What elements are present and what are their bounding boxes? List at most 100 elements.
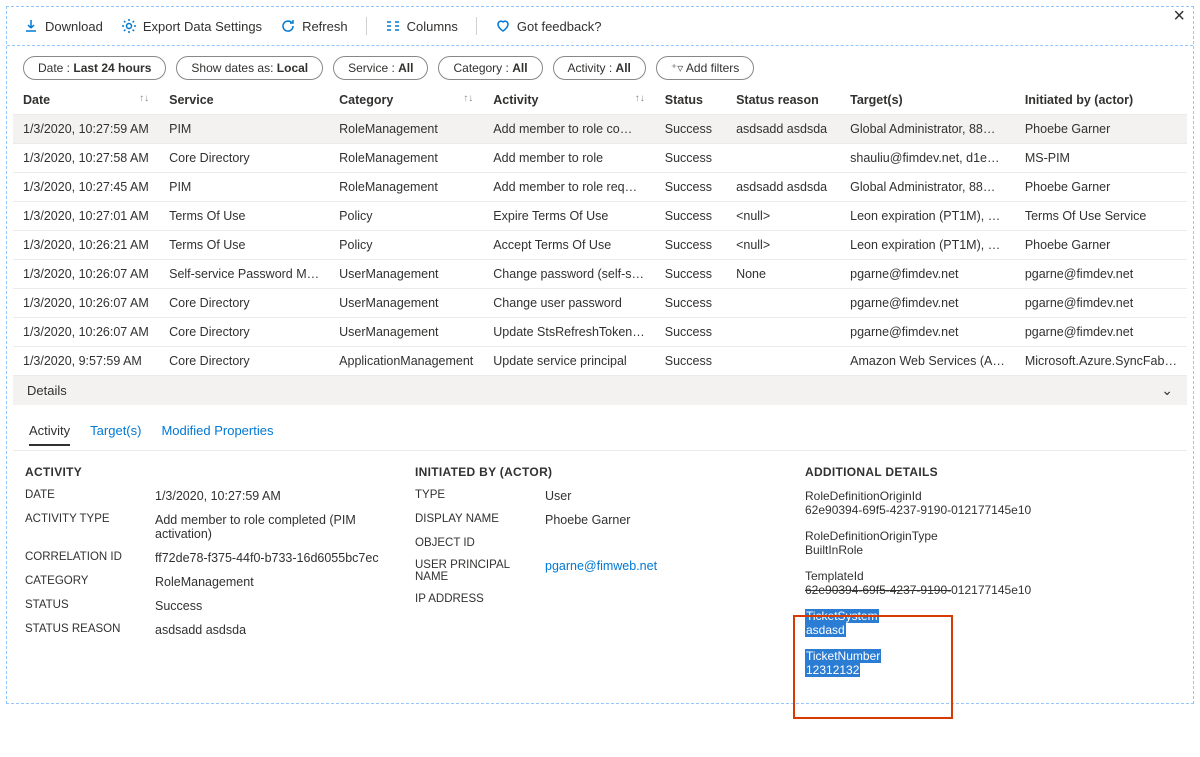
cell-activity: Add member to role req… <box>483 173 654 202</box>
cell-service: Core Directory <box>159 289 329 318</box>
col-actor[interactable]: Initiated by (actor) <box>1015 86 1187 115</box>
table-row[interactable]: 1/3/2020, 9:57:59 AMCore DirectoryApplic… <box>13 347 1187 376</box>
additional-heading: ADDITIONAL DETAILS <box>805 465 1175 479</box>
feedback-button[interactable]: Got feedback? <box>495 18 602 34</box>
table-row[interactable]: 1/3/2020, 10:26:07 AMCore DirectoryUserM… <box>13 289 1187 318</box>
export-button[interactable]: Export Data Settings <box>121 18 262 34</box>
divider <box>476 17 477 35</box>
filter-activity[interactable]: Activity : All <box>553 56 646 80</box>
cell-category: RoleManagement <box>329 173 483 202</box>
command-bar: Download Export Data Settings Refresh Co… <box>7 7 1193 46</box>
highlight-annotation <box>793 615 953 719</box>
actor-ip <box>545 593 785 605</box>
filter-show-dates[interactable]: Show dates as: Local <box>176 56 323 80</box>
col-activity[interactable]: Activity↑↓ <box>483 86 654 115</box>
gear-icon <box>121 18 137 34</box>
detail-status-reason: asdsadd asdsda <box>155 623 395 637</box>
cell-status: Success <box>655 173 726 202</box>
activity-heading: ACTIVITY <box>25 465 395 479</box>
filter-date[interactable]: Date : Last 24 hours <box>23 56 166 80</box>
col-service[interactable]: Service <box>159 86 329 115</box>
table-row[interactable]: 1/3/2020, 10:27:59 AMPIMRoleManagementAd… <box>13 115 1187 144</box>
cell-targets: Leon expiration (PT1M), … <box>840 202 1015 231</box>
detail-status: Success <box>155 599 395 613</box>
refresh-button[interactable]: Refresh <box>280 18 348 34</box>
cell-date: 1/3/2020, 10:26:07 AM <box>13 318 159 347</box>
tab-activity[interactable]: Activity <box>29 423 70 446</box>
columns-button[interactable]: Columns <box>385 18 458 34</box>
columns-label: Columns <box>407 19 458 34</box>
download-button[interactable]: Download <box>23 18 103 34</box>
refresh-label: Refresh <box>302 19 348 34</box>
cell-date: 1/3/2020, 9:57:59 AM <box>13 347 159 376</box>
cell-targets: pgarne@fimdev.net <box>840 318 1015 347</box>
role-def-origin-id-key: RoleDefinitionOriginId <box>805 489 1175 503</box>
cell-date: 1/3/2020, 10:27:45 AM <box>13 173 159 202</box>
table-row[interactable]: 1/3/2020, 10:27:58 AMCore DirectoryRoleM… <box>13 144 1187 173</box>
cell-targets: Global Administrator, 88… <box>840 115 1015 144</box>
refresh-icon <box>280 18 296 34</box>
cell-activity: Add member to role co… <box>483 115 654 144</box>
filter-service[interactable]: Service : All <box>333 56 428 80</box>
cell-activity: Update StsRefreshToken… <box>483 318 654 347</box>
actor-upn[interactable]: pgarne@fimweb.net <box>545 559 785 583</box>
cell-actor: pgarne@fimdev.net <box>1015 318 1187 347</box>
table-row[interactable]: 1/3/2020, 10:26:07 AMSelf-service Passwo… <box>13 260 1187 289</box>
cell-service: Terms Of Use <box>159 202 329 231</box>
cell-date: 1/3/2020, 10:27:58 AM <box>13 144 159 173</box>
col-date[interactable]: Date↑↓ <box>13 86 159 115</box>
col-status-reason[interactable]: Status reason <box>726 86 840 115</box>
cell-actor: Terms Of Use Service <box>1015 202 1187 231</box>
cell-actor: Microsoft.Azure.SyncFab… <box>1015 347 1187 376</box>
cell-service: Core Directory <box>159 318 329 347</box>
col-targets[interactable]: Target(s) <box>840 86 1015 115</box>
cell-actor: pgarne@fimdev.net <box>1015 260 1187 289</box>
cell-status: Success <box>655 289 726 318</box>
cell-status: Success <box>655 260 726 289</box>
cell-service: Core Directory <box>159 347 329 376</box>
cell-actor: Phoebe Garner <box>1015 231 1187 260</box>
table-row[interactable]: 1/3/2020, 10:26:07 AMCore DirectoryUserM… <box>13 318 1187 347</box>
add-filter-icon: ⁺▿ <box>671 61 686 75</box>
cell-date: 1/3/2020, 10:26:21 AM <box>13 231 159 260</box>
details-label: Details <box>27 383 67 398</box>
cell-service: Terms Of Use <box>159 231 329 260</box>
add-filters-button[interactable]: ⁺▿ Add filters <box>656 56 754 80</box>
cell-date: 1/3/2020, 10:27:01 AM <box>13 202 159 231</box>
table-row[interactable]: 1/3/2020, 10:26:21 AMTerms Of UsePolicyA… <box>13 231 1187 260</box>
cell-reason: asdsadd asdsda <box>726 173 840 202</box>
cell-activity: Change password (self-s… <box>483 260 654 289</box>
cell-service: PIM <box>159 173 329 202</box>
tab-targets[interactable]: Target(s) <box>90 423 141 446</box>
cell-category: ApplicationManagement <box>329 347 483 376</box>
cell-targets: Leon expiration (PT1M), … <box>840 231 1015 260</box>
col-status[interactable]: Status <box>655 86 726 115</box>
cell-status: Success <box>655 115 726 144</box>
cell-targets: Global Administrator, 88… <box>840 173 1015 202</box>
detail-date: 1/3/2020, 10:27:59 AM <box>155 489 395 503</box>
cell-targets: Amazon Web Services (A… <box>840 347 1015 376</box>
cell-service: Self-service Password M… <box>159 260 329 289</box>
cell-actor: MS-PIM <box>1015 144 1187 173</box>
columns-icon <box>385 18 401 34</box>
cell-date: 1/3/2020, 10:26:07 AM <box>13 260 159 289</box>
close-icon[interactable]: × <box>1173 5 1185 28</box>
table-row[interactable]: 1/3/2020, 10:27:01 AMTerms Of UsePolicyE… <box>13 202 1187 231</box>
download-label: Download <box>45 19 103 34</box>
cell-reason: None <box>726 260 840 289</box>
col-category[interactable]: Category↑↓ <box>329 86 483 115</box>
tab-modified-properties[interactable]: Modified Properties <box>161 423 273 446</box>
details-panel-header[interactable]: Details ⌄ <box>13 376 1187 405</box>
cell-reason <box>726 347 840 376</box>
cell-actor: pgarne@fimdev.net <box>1015 289 1187 318</box>
table-row[interactable]: 1/3/2020, 10:27:45 AMPIMRoleManagementAd… <box>13 173 1187 202</box>
template-id-key: TemplateId <box>805 569 1175 583</box>
cell-reason: asdsadd asdsda <box>726 115 840 144</box>
filter-category[interactable]: Category : All <box>438 56 542 80</box>
feedback-label: Got feedback? <box>517 19 602 34</box>
cell-targets: shauliu@fimdev.net, d1e… <box>840 144 1015 173</box>
role-def-origin-type-value: BuiltInRole <box>805 543 1175 557</box>
detail-content: ACTIVITY DATE1/3/2020, 10:27:59 AM ACTIV… <box>7 451 1193 703</box>
detail-activity-type: Add member to role completed (PIM activa… <box>155 513 395 541</box>
cell-category: Policy <box>329 202 483 231</box>
